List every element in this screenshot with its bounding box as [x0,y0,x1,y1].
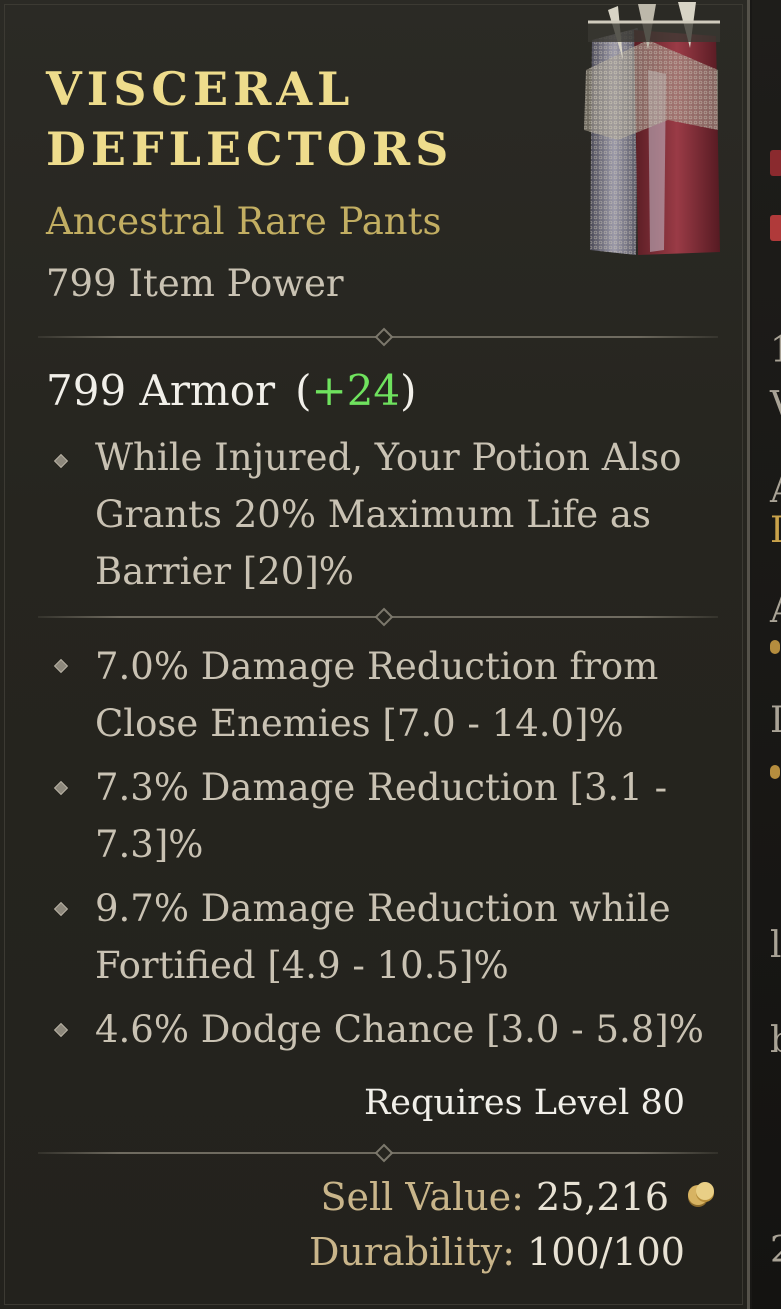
armor-bonus: +24 [311,366,401,415]
diamond-bullet-icon [53,658,69,674]
sell-value-label: Sell Value: [320,1175,524,1219]
divider-middle [38,607,718,627]
durability-label: Durability: [308,1230,516,1274]
affix-4: 4.6% Dodge Chance [3.0 - 5.8]% [95,1008,704,1051]
sell-value: 25,216 [536,1175,669,1219]
affix-1: 7.0% Damage Reduction from Close Enemies… [95,645,659,745]
item-type: Ancestral Rare Pants [46,200,442,243]
item-name-line-1: VISCERAL [46,62,355,116]
item-name-line-2: DEFLECTORS [46,122,454,176]
sell-value-line: Sell Value: 25,216 [321,1175,670,1219]
diamond-bullet-icon [53,1022,69,1038]
armor-value: 799 Armor [46,366,276,415]
armor-line: 799 Armor (+24) [46,366,417,415]
gold-coin-icon [688,1182,714,1207]
durability-value: 100/100 [527,1230,685,1274]
divider-top [38,327,718,347]
durability-line: Durability: 100/100 [309,1230,685,1274]
requires-level: Requires Level 80 [363,1083,685,1123]
divider-bottom [38,1143,718,1163]
pants-item-icon [584,2,720,255]
diamond-bullet-icon [53,901,69,917]
diamond-bullet-icon [53,780,69,796]
item-tooltip: VISCERAL DEFLECTORS Ancestral Rare Pants… [0,0,750,1309]
background-panel-edge: 1 V A I A D l b 2 [752,0,781,1309]
affix-2: 7.3% Damage Reduction [3.1 - 7.3]% [95,766,668,866]
affix-3: 9.7% Damage Reduction while Fortified [4… [95,887,671,987]
implicit-affix: While Injured, Your Potion Also Grants 2… [95,436,682,593]
diamond-bullet-icon [53,453,69,469]
item-power: 799 Item Power [46,262,344,305]
